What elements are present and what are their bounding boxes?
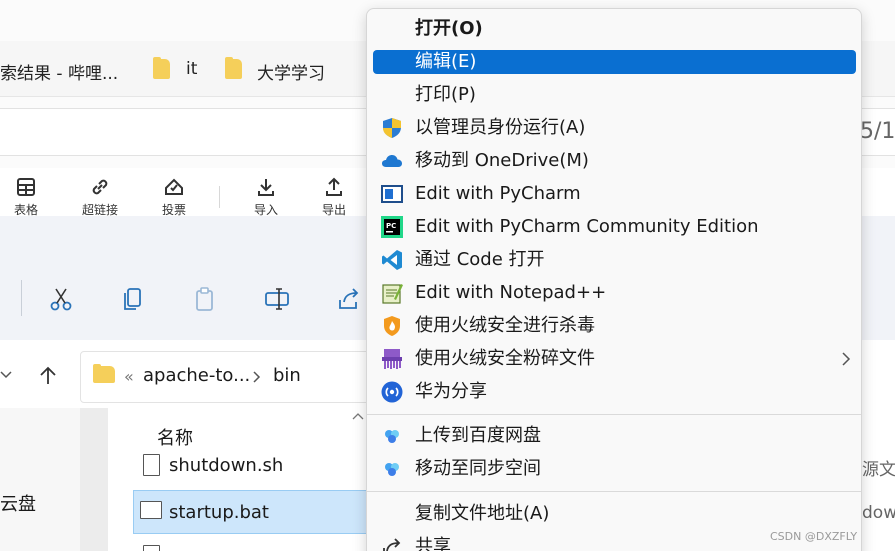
pycharm-icon bbox=[381, 185, 403, 203]
onedrive-icon bbox=[382, 155, 402, 167]
file-name-startup: startup.bat bbox=[169, 502, 269, 523]
menu-item-print[interactable]: 打印(P) bbox=[373, 83, 856, 107]
pycharm-ce-icon: PC bbox=[381, 216, 403, 238]
menu-item-edit-with-notepadpp[interactable]: Edit with Notepad++ bbox=[373, 281, 856, 305]
batch-file-icon bbox=[140, 501, 162, 519]
menu-item-run-as-admin[interactable]: 以管理员身份运行(A) bbox=[373, 116, 856, 140]
menu-item-edit-label: 编辑(E) bbox=[415, 51, 477, 72]
menu-item-move-to-sync-label: 移动至同步空间 bbox=[415, 458, 541, 479]
cut-icon[interactable] bbox=[48, 286, 74, 312]
notepadpp-icon bbox=[382, 284, 403, 304]
menu-separator bbox=[367, 491, 861, 492]
menu-item-open-label: 打开(O) bbox=[415, 18, 483, 39]
svg-text:PC: PC bbox=[386, 222, 396, 230]
menu-separator bbox=[367, 414, 861, 415]
script-file-icon bbox=[143, 454, 160, 476]
import-button[interactable]: 导入 bbox=[241, 176, 291, 216]
export-label: 导出 bbox=[321, 203, 346, 216]
hyperlink-label: 超链接 bbox=[81, 203, 118, 216]
menu-item-huorong-scan[interactable]: 使用火绒安全进行杀毒 bbox=[373, 314, 856, 338]
vscode-icon bbox=[382, 250, 402, 270]
share-icon bbox=[383, 538, 401, 551]
menu-item-run-as-admin-label: 以管理员身份运行(A) bbox=[415, 117, 586, 138]
menu-item-edit-with-pycharm-ce-label: Edit with PyCharm Community Edition bbox=[415, 216, 759, 237]
menu-item-upload-baidu[interactable]: 上传到百度网盘 bbox=[373, 424, 856, 448]
bookmark-search-results[interactable]: 索结果 - 哔哩... bbox=[0, 59, 118, 84]
menu-item-huawei-share-label: 华为分享 bbox=[415, 381, 487, 402]
menu-item-copy-path[interactable]: 复制文件地址(A) bbox=[373, 502, 856, 526]
sync-space-icon bbox=[385, 463, 399, 476]
toolbar-divider bbox=[219, 186, 220, 208]
shield-icon bbox=[383, 118, 401, 138]
menu-item-share-label: 共享 bbox=[415, 536, 451, 551]
folder-icon bbox=[225, 57, 242, 79]
source-file-type-text: 源文件 bbox=[862, 460, 895, 480]
vote-button[interactable]: 投票 bbox=[149, 176, 199, 216]
menu-item-edit-with-pycharm[interactable]: Edit with PyCharm bbox=[373, 182, 856, 206]
chevron-down-icon[interactable] bbox=[0, 368, 12, 382]
chevron-right-icon bbox=[253, 371, 261, 383]
watermark: CSDN @DXZFLY bbox=[770, 530, 858, 543]
menu-item-edit[interactable]: 编辑(E) bbox=[373, 50, 856, 74]
column-header-name[interactable]: 名称 bbox=[157, 424, 193, 450]
link-icon bbox=[92, 179, 108, 195]
import-icon bbox=[258, 179, 274, 196]
up-arrow-icon[interactable] bbox=[36, 364, 60, 388]
file-name-shutdown: shutdown.sh bbox=[169, 455, 284, 476]
folder-icon bbox=[153, 57, 170, 79]
menu-item-open-with-code-label: 通过 Code 打开 bbox=[415, 249, 545, 270]
command-divider bbox=[21, 280, 22, 316]
menu-item-upload-baidu-label: 上传到百度网盘 bbox=[415, 425, 541, 446]
paste-icon[interactable] bbox=[192, 286, 218, 312]
menu-item-move-to-onedrive[interactable]: 移动到 OneDrive(M) bbox=[373, 149, 856, 173]
table-label: 表格 bbox=[13, 203, 38, 216]
file-type-text: dow bbox=[862, 503, 895, 523]
table-button[interactable]: 表格 bbox=[1, 176, 51, 216]
menu-item-copy-path-label: 复制文件地址(A) bbox=[415, 503, 550, 524]
menu-item-huorong-shred-label: 使用火绒安全粉碎文件 bbox=[415, 348, 595, 369]
shredder-icon bbox=[382, 349, 402, 369]
menu-item-edit-with-pycharm-label: Edit with PyCharm bbox=[415, 183, 581, 204]
huawei-share-icon bbox=[381, 381, 403, 403]
share-icon[interactable] bbox=[336, 286, 362, 312]
menu-item-edit-with-notepadpp-label: Edit with Notepad++ bbox=[415, 282, 607, 303]
table-icon bbox=[17, 178, 35, 196]
menu-item-huorong-scan-label: 使用火绒安全进行杀毒 bbox=[415, 315, 595, 336]
menu-item-open[interactable]: 打开(O) bbox=[373, 17, 856, 41]
menu-item-huorong-shred[interactable]: 使用火绒安全粉碎文件 bbox=[373, 347, 856, 371]
bookmark-university-study[interactable]: 大学学习 bbox=[257, 59, 325, 84]
hyperlink-button[interactable]: 超链接 bbox=[75, 176, 125, 216]
huorong-icon bbox=[384, 316, 400, 336]
menu-item-move-to-sync[interactable]: 移动至同步空间 bbox=[373, 457, 856, 481]
menu-item-edit-with-pycharm-ce[interactable]: PC Edit with PyCharm Community Edition bbox=[373, 215, 856, 239]
export-icon bbox=[326, 177, 342, 196]
vote-icon bbox=[165, 178, 183, 195]
menu-item-huawei-share[interactable]: 华为分享 bbox=[373, 380, 856, 404]
baidu-netdisk-icon bbox=[385, 430, 399, 443]
address-bar-text: 5/1 bbox=[860, 119, 895, 144]
export-button[interactable]: 导出 bbox=[309, 176, 359, 216]
path-segment-bin[interactable]: bin bbox=[273, 365, 301, 386]
bookmark-it[interactable]: it bbox=[186, 59, 197, 79]
path-overflow-chevron[interactable]: « bbox=[124, 367, 134, 386]
rename-icon[interactable] bbox=[264, 286, 290, 312]
context-menu: 打开(O) 编辑(E) 打印(P) 以管理员身份运行(A) 移动到 OneDri… bbox=[366, 8, 862, 551]
file-icon bbox=[143, 545, 160, 551]
submenu-chevron-icon bbox=[842, 352, 851, 366]
sort-up-icon bbox=[352, 413, 364, 420]
vote-label: 投票 bbox=[161, 203, 186, 216]
folder-icon bbox=[93, 364, 115, 383]
import-label: 导入 bbox=[253, 203, 278, 216]
copy-icon[interactable] bbox=[120, 286, 146, 312]
menu-item-move-to-onedrive-label: 移动到 OneDrive(M) bbox=[415, 150, 589, 171]
menu-item-print-label: 打印(P) bbox=[415, 84, 476, 105]
nav-item-cloud-drive[interactable]: 云盘 bbox=[0, 490, 36, 516]
navigation-pane-scrollbar[interactable] bbox=[80, 408, 108, 551]
path-segment-apache[interactable]: apache-to... bbox=[143, 365, 250, 386]
menu-item-open-with-code[interactable]: 通过 Code 打开 bbox=[373, 248, 856, 272]
